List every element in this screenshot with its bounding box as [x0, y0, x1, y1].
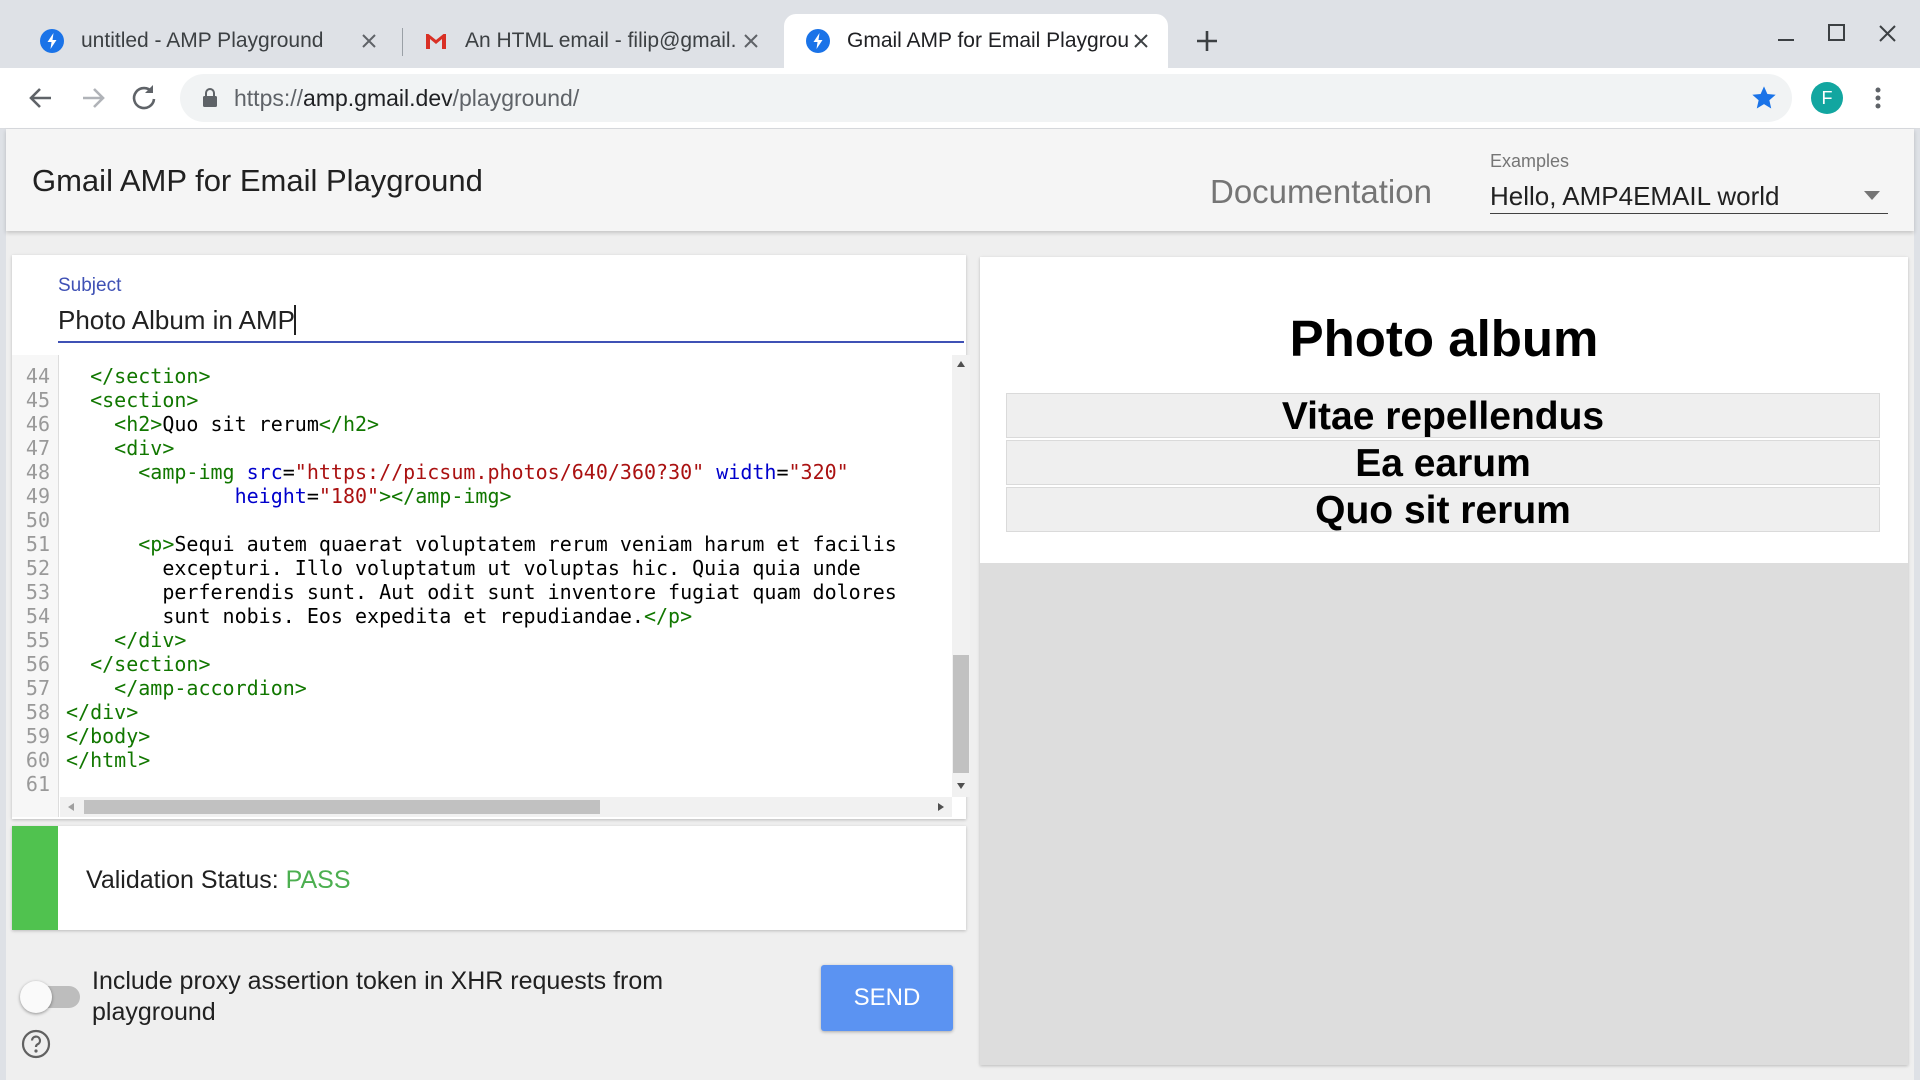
line-number: 60 — [25, 748, 50, 772]
minimize-icon[interactable] — [1766, 16, 1806, 52]
code-line: perferendis sunt. Aut odit sunt inventor… — [66, 580, 897, 604]
page: Gmail AMP for Email Playground Documenta… — [6, 129, 1914, 1080]
text-caret — [294, 305, 296, 335]
code-line: <section> — [66, 388, 199, 412]
line-number: 50 — [25, 508, 50, 532]
forward-arrow-icon[interactable] — [75, 80, 111, 116]
scroll-up-arrow-icon[interactable] — [957, 361, 965, 367]
code-line: <amp-img src="https://picsum.photos/640/… — [138, 460, 849, 484]
scrollbar-thumb[interactable] — [953, 655, 969, 773]
browser-toolbar: https://amp.gmail.dev/playground/ F — [0, 68, 1920, 129]
code-line: height="180"></amp-img> — [234, 484, 512, 508]
dropdown-arrow-icon — [1864, 191, 1880, 200]
accordion-section-header[interactable]: Ea earum — [1006, 440, 1880, 485]
code-line: </html> — [66, 748, 151, 772]
preview-panel: Photo album Vitae repellendus Ea earum Q… — [980, 257, 1908, 1065]
line-number: 51 — [25, 532, 50, 556]
proxy-toggle-knob[interactable] — [20, 981, 52, 1013]
subject-input[interactable]: Photo Album in AMP — [58, 299, 964, 343]
scroll-right-arrow-icon[interactable] — [938, 803, 944, 811]
accordion-section-header[interactable]: Quo sit rerum — [1006, 487, 1880, 532]
gmail-icon — [426, 34, 446, 49]
code-line: </amp-accordion> — [66, 676, 307, 700]
code-line: <p>Sequi autem quaerat voluptatem rerum … — [138, 532, 897, 556]
line-number: 46 — [25, 412, 50, 436]
profile-avatar[interactable]: F — [1811, 82, 1843, 114]
line-number: 58 — [25, 700, 50, 724]
tab-title: untitled - AMP Playground — [81, 29, 324, 52]
code-line: </div> — [66, 628, 187, 652]
line-number: 48 — [25, 460, 50, 484]
menu-kebab-icon[interactable] — [1862, 82, 1894, 114]
validation-panel: Validation Status: PASS — [12, 826, 966, 930]
address-bar[interactable]: https://amp.gmail.dev/playground/ — [180, 74, 1792, 122]
close-icon[interactable] — [738, 28, 764, 54]
app-header: Gmail AMP for Email Playground Documenta… — [6, 129, 1914, 231]
line-number: 55 — [25, 628, 50, 652]
code-line: </section> — [66, 652, 211, 676]
bookmark-star-icon[interactable] — [1750, 84, 1778, 112]
close-icon[interactable] — [356, 28, 382, 54]
new-tab-icon[interactable] — [1190, 24, 1224, 58]
code-line: <div> — [66, 436, 175, 460]
line-number: 49 — [25, 484, 50, 508]
line-number: 53 — [25, 580, 50, 604]
validation-status-bar — [12, 826, 58, 930]
line-number: 59 — [25, 724, 50, 748]
examples-label: Examples — [1490, 151, 1570, 171]
tab-title: Gmail AMP for Email Playgrou — [847, 29, 1130, 52]
code-line: </body> — [66, 724, 151, 748]
send-button[interactable]: SEND — [821, 965, 953, 1031]
line-number: 47 — [25, 436, 50, 460]
scrollbar-thumb[interactable] — [84, 800, 600, 814]
code-line: sunt nobis. Eos expedita et repudiandae.… — [66, 604, 693, 628]
validation-result: PASS — [285, 866, 351, 894]
url-text: https://amp.gmail.dev/playground/ — [234, 85, 580, 111]
line-number: 56 — [25, 652, 50, 676]
page-title: Gmail AMP for Email Playground — [32, 163, 483, 198]
line-number: 45 — [25, 388, 50, 412]
amp-bolt-icon — [806, 29, 830, 53]
code-line: <h2>Quo sit rerum</h2> — [114, 412, 380, 436]
code-line: </div> — [66, 700, 139, 724]
tab-gmail-amp-playground[interactable]: Gmail AMP for Email Playgrou — [784, 14, 1168, 68]
lock-icon — [203, 88, 217, 107]
tab-html-email[interactable]: An HTML email - filip@gmail. — [402, 14, 778, 68]
code-editor[interactable]: 44 45 46 47 48 49 50 51 52 53 54 55 56 5… — [12, 355, 970, 817]
tab-strip: untitled - AMP Playground An HTML email … — [0, 0, 1920, 68]
tab-title: An HTML email - filip@gmail. — [465, 29, 737, 52]
scroll-down-arrow-icon[interactable] — [957, 783, 965, 789]
examples-select[interactable]: Hello, AMP4EMAIL world — [1490, 177, 1888, 214]
examples-selected-value: Hello, AMP4EMAIL world — [1490, 181, 1780, 211]
maximize-icon[interactable] — [1816, 16, 1856, 52]
subject-value: Photo Album in AMP — [58, 305, 296, 335]
horizontal-scrollbar[interactable] — [60, 797, 952, 817]
line-number: 44 — [25, 364, 50, 388]
amp-bolt-icon — [40, 29, 64, 53]
line-number: 57 — [25, 676, 50, 700]
documentation-link[interactable]: Documentation — [1210, 173, 1432, 211]
accordion-section-header[interactable]: Vitae repellendus — [1006, 393, 1880, 438]
validation-status: Validation Status: PASS — [86, 866, 351, 894]
line-number: 61 — [25, 772, 50, 796]
email-preview: Photo album Vitae repellendus Ea earum Q… — [980, 257, 1908, 563]
subject-label: Subject — [58, 275, 122, 296]
code-line: </section> — [66, 364, 211, 388]
back-arrow-icon[interactable] — [23, 80, 59, 116]
preview-title: Photo album — [1289, 310, 1599, 367]
tab-amp-playground[interactable]: untitled - AMP Playground — [18, 14, 396, 68]
vertical-scrollbar[interactable] — [952, 355, 970, 797]
close-icon[interactable] — [1128, 28, 1154, 54]
proxy-toggle-label: Include proxy assertion token in XHR req… — [92, 967, 664, 1026]
code-line: excepturi. Illo voluptatum ut voluptas h… — [66, 556, 861, 580]
line-number: 52 — [25, 556, 50, 580]
scroll-left-arrow-icon[interactable] — [68, 803, 74, 811]
close-window-icon[interactable] — [1868, 16, 1908, 52]
reload-icon[interactable] — [126, 80, 162, 116]
help-icon[interactable] — [20, 1028, 52, 1060]
line-number: 54 — [25, 604, 50, 628]
